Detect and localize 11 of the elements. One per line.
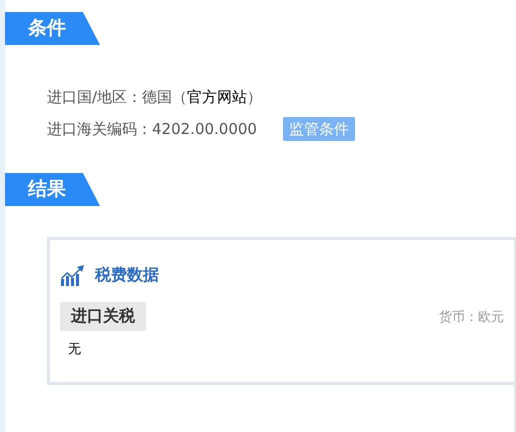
section-heading: 结果: [5, 173, 100, 206]
import-duty-tab[interactable]: 进口关税: [60, 302, 146, 331]
currency-label: 货币：欧元: [439, 308, 504, 326]
official-site-link[interactable]: 官方网站: [187, 88, 248, 106]
section-heading: 条件: [5, 12, 100, 45]
duty-value: 无: [68, 341, 81, 358]
rising-chart-icon: [60, 264, 85, 286]
country-label: 进口国/地区：德国（: [47, 88, 188, 106]
hs-code-text: 进口海关编码：4202.00.0000: [47, 120, 257, 138]
card-title: 税费数据: [95, 264, 159, 286]
closing-paren: ）: [247, 88, 262, 106]
